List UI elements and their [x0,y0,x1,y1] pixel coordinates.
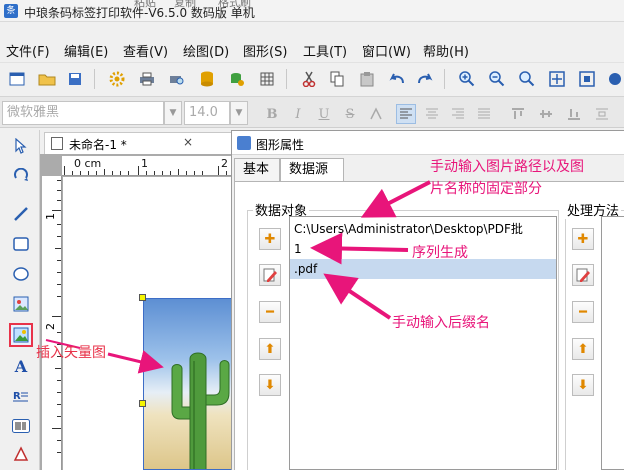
serial-annotation: 序列生成 [412,245,468,261]
path-annotation-line2: 片名称的固定部分 [430,181,542,197]
annotation-arrow [107,350,164,374]
annotation-arrow [360,180,431,218]
vector-image-annotation: 插入矢量图 [36,345,106,361]
annotation-arrows [45,180,431,374]
annotation-arrow [310,232,409,265]
path-annotation-line1: 手动输入图片路径以及图 [430,159,584,175]
annotation-arrow [323,273,392,320]
suffix-annotation: 手动输入后缀名 [392,315,490,331]
